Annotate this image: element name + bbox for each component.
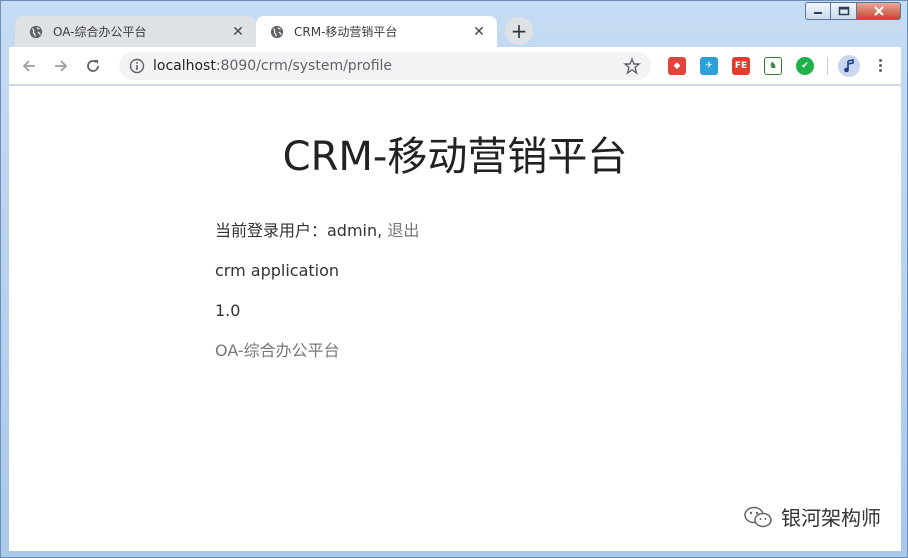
url-text: localhost:8090/crm/system/profile <box>153 58 623 74</box>
profile-avatar-icon[interactable] <box>838 54 860 77</box>
vue-icon[interactable]: ✔ <box>796 56 814 75</box>
wechat-icon <box>744 506 772 527</box>
close-window-button[interactable] <box>857 2 901 20</box>
url-path: :8090/crm/system/profile <box>215 57 393 74</box>
page-title: CRM-移动营销平台 <box>282 134 628 180</box>
bookmark-star-icon[interactable] <box>623 56 641 75</box>
url-host: localhost <box>153 57 216 74</box>
menu-icon[interactable] <box>870 56 890 76</box>
close-tab-icon[interactable]: ✕ <box>230 24 246 40</box>
forward-icon[interactable] <box>47 52 75 80</box>
tab-title: CRM-移动营销平台 <box>294 25 398 39</box>
fe-icon[interactable]: FE <box>732 56 750 75</box>
feather-icon[interactable]: ✈ <box>700 56 718 75</box>
new-tab-button[interactable]: + <box>505 17 533 45</box>
globe-icon <box>270 25 284 38</box>
tab-crm[interactable]: CRM-移动营销平台 ✕ <box>256 16 497 47</box>
toolbar-divider <box>827 56 828 75</box>
globe-icon <box>29 25 43 38</box>
window-controls <box>805 2 901 20</box>
info-icon[interactable] <box>129 58 145 74</box>
current-user-text: 当前登录用户：admin, <box>215 221 388 240</box>
oa-platform-link[interactable]: OA-综合办公平台 <box>215 341 340 360</box>
browser-window: OA-综合办公平台 ✕ CRM-移动营销平台 ✕ + localhost:809… <box>0 0 908 558</box>
close-tab-icon[interactable]: ✕ <box>471 24 487 40</box>
logout-link[interactable]: 退出 <box>387 221 419 240</box>
tab-title: OA-综合办公平台 <box>53 25 147 39</box>
address-bar[interactable]: localhost:8090/crm/system/profile <box>119 51 651 80</box>
tab-strip: OA-综合办公平台 ✕ CRM-移动营销平台 ✕ + <box>15 15 533 47</box>
reload-icon[interactable] <box>79 52 107 80</box>
minimize-button[interactable] <box>805 2 831 20</box>
browser-toolbar: localhost:8090/crm/system/profile ◆ ✈ FE… <box>9 47 901 85</box>
tab-oa[interactable]: OA-综合办公平台 ✕ <box>15 16 256 47</box>
extensions-bar: ◆ ✈ FE ♞ ✔ <box>661 54 890 77</box>
tomato-icon[interactable]: ◆ <box>668 56 686 75</box>
evernote-icon[interactable]: ♞ <box>764 56 782 75</box>
app-version: 1.0 <box>215 301 241 320</box>
watermark-text: 银河架构师 <box>781 506 881 530</box>
app-name: crm application <box>215 261 340 280</box>
profile-info: 当前登录用户：admin, 退出 crm application 1.0 OA-… <box>215 220 419 380</box>
current-user-line: 当前登录用户：admin, 退出 <box>215 220 419 260</box>
watermark: 银河架构师 <box>743 502 881 531</box>
back-icon[interactable] <box>15 52 43 80</box>
page-viewport: CRM-移动营销平台 当前登录用户：admin, 退出 crm applicat… <box>9 86 901 551</box>
maximize-button[interactable] <box>831 2 857 20</box>
oa-link-line: OA-综合办公平台 <box>215 340 419 380</box>
